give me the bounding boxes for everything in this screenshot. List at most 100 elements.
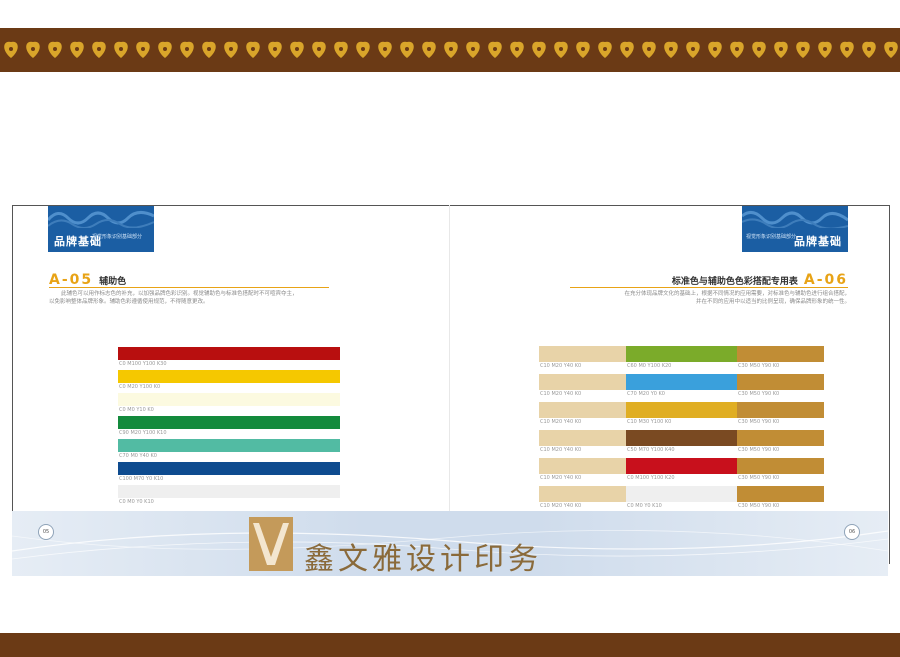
ornament-dot xyxy=(383,47,387,51)
combination-cell-label: C70 M20 Y0 K0 xyxy=(627,391,665,397)
combination-cell xyxy=(539,346,626,362)
right-section-name: 标准色与辅助色色彩搭配专用表 xyxy=(671,277,798,287)
right-heading-rule xyxy=(570,287,848,288)
ornament-dot xyxy=(603,47,607,51)
left-section-heading: A-05 辅助色 xyxy=(49,272,126,288)
left-tag-subtitle: 视觉形象识别基础部分 xyxy=(92,234,143,240)
right-tag-title: 品牌基础 xyxy=(794,235,842,248)
combination-cell xyxy=(539,486,626,502)
left-intro: 此辅色可以用作标志色的补充，以加强品牌色彩识别。视觉辅助色与标准色搭配时不可喧宾… xyxy=(49,290,331,306)
ornament-dot xyxy=(713,47,717,51)
color-swatch-label: C90 M20 Y100 K10 xyxy=(119,430,167,436)
ornament-dot xyxy=(493,47,497,51)
ornament-dot xyxy=(867,47,871,51)
combination-cell-label: C30 M50 Y90 K0 xyxy=(738,419,780,425)
combination-cell-label: C10 M20 Y40 K0 xyxy=(540,391,582,397)
color-swatch xyxy=(118,347,340,360)
left-heading-rule xyxy=(49,287,329,288)
left-section-code: A-05 xyxy=(49,272,94,288)
left-intro-line: 以免影响整体品牌形象。辅助色彩遵循使用规范，不得随意更改。 xyxy=(49,299,209,305)
ornament-dot xyxy=(405,47,409,51)
cloud-pattern-icon xyxy=(742,211,848,228)
ornament-dot xyxy=(823,47,827,51)
ornament-dot xyxy=(559,47,563,51)
ornament-dot xyxy=(229,47,233,51)
combination-cell-label: C10 M20 Y40 K0 xyxy=(540,419,582,425)
left-header-tag: 品牌基础 视觉形象识别基础部分 xyxy=(48,206,154,252)
ornament-dot xyxy=(845,47,849,51)
ornament-dot xyxy=(515,47,519,51)
right-intro: 在充分体现品牌文化的基础上，根据不同情况的应用需要，对标准色与辅助色进行组合搭配… xyxy=(570,290,850,306)
ornament-dot xyxy=(295,47,299,51)
combination-cell-label: C30 M50 Y90 K0 xyxy=(738,503,780,509)
combination-cell-label: C30 M50 Y90 K0 xyxy=(738,391,780,397)
combination-cell-label: C0 M100 Y100 K20 xyxy=(627,475,675,481)
color-swatch xyxy=(118,439,340,452)
combination-cell xyxy=(626,458,737,474)
combination-cell xyxy=(626,374,737,390)
ornament-dot xyxy=(581,47,585,51)
cloud-pattern-icon xyxy=(48,211,154,228)
combination-cell-label: C30 M50 Y90 K0 xyxy=(738,447,780,453)
combination-cell xyxy=(626,430,737,446)
ornament-dot xyxy=(141,47,145,51)
ornament-dot xyxy=(185,47,189,51)
color-swatch-label: C0 M20 Y100 K0 xyxy=(119,384,161,390)
combination-cell-label: C10 M20 Y40 K0 xyxy=(540,475,582,481)
combination-cell xyxy=(539,402,626,418)
ornament-dot xyxy=(317,47,321,51)
ornament-dot xyxy=(427,47,431,51)
top-ornament-band xyxy=(0,28,900,72)
color-swatch-label: C70 M0 Y40 K0 xyxy=(119,453,157,459)
ornament-dot xyxy=(251,47,255,51)
page-spine xyxy=(449,205,450,511)
left-section-name: 辅助色 xyxy=(99,277,127,287)
combination-cell xyxy=(539,458,626,474)
ornament-dot xyxy=(207,47,211,51)
color-swatch xyxy=(118,485,340,498)
ornament-dot xyxy=(163,47,167,51)
ornament-dot xyxy=(97,47,101,51)
right-header-tag: 视觉形象识别基础部分 品牌基础 xyxy=(742,206,848,252)
combination-cell xyxy=(737,346,824,362)
ornament-dot xyxy=(537,47,541,51)
ornament-dot xyxy=(339,47,343,51)
combination-cell xyxy=(626,486,737,502)
ornament-dot xyxy=(31,47,35,51)
combination-cell-label: C50 M70 Y100 K40 xyxy=(627,447,675,453)
ornament-dot xyxy=(75,47,79,51)
color-swatch-label: C100 M70 Y0 K10 xyxy=(119,476,164,482)
ornament-dot xyxy=(779,47,783,51)
combination-cell-label: C0 M0 Y0 K10 xyxy=(627,503,662,509)
ornament-dot xyxy=(361,47,365,51)
bottom-band xyxy=(0,633,900,657)
ornament-dot xyxy=(735,47,739,51)
page-number-left: 05 xyxy=(38,524,54,540)
ornament-dot xyxy=(801,47,805,51)
combination-cell-label: C10 M20 Y40 K0 xyxy=(540,503,582,509)
combination-cell xyxy=(737,402,824,418)
ornament-dot xyxy=(119,47,123,51)
color-swatch xyxy=(118,393,340,406)
combination-cell-label: C60 M0 Y100 K20 xyxy=(627,363,672,369)
left-intro-line: 此辅色可以用作标志色的补充，以加强品牌色彩识别。视觉辅助色与标准色搭配时不可喧宾… xyxy=(61,291,298,297)
ornament-pattern xyxy=(4,41,898,58)
color-swatch-label: C0 M100 Y100 K30 xyxy=(119,361,167,367)
ornament-dot xyxy=(647,47,651,51)
combination-cell-label: C30 M50 Y90 K0 xyxy=(738,475,780,481)
combination-cell xyxy=(626,402,737,418)
combination-cell xyxy=(539,430,626,446)
combination-cell xyxy=(737,486,824,502)
color-swatch-label: C0 M0 Y0 K10 xyxy=(119,499,154,505)
ornament-dot xyxy=(53,47,57,51)
ornament-dot xyxy=(9,47,13,51)
right-section-heading: 标准色与辅助色色彩搭配专用表 A-06 xyxy=(672,272,848,288)
combination-cell xyxy=(539,374,626,390)
combination-cell-label: C10 M30 Y100 K0 xyxy=(627,419,672,425)
combination-cell xyxy=(737,374,824,390)
brand-logo-icon xyxy=(249,517,293,571)
color-swatch xyxy=(118,416,340,429)
ornament-dot xyxy=(625,47,629,51)
color-swatch xyxy=(118,370,340,383)
right-section-code: A-06 xyxy=(803,272,848,288)
